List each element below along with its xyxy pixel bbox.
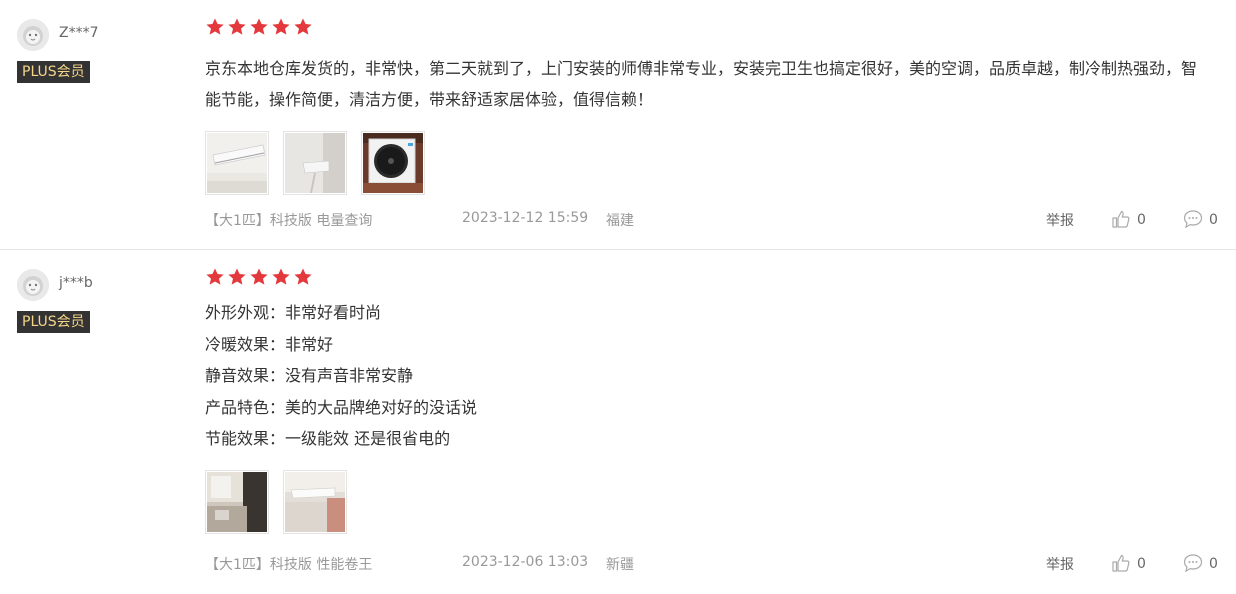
- review-photos: [205, 131, 1215, 195]
- lion-avatar-icon: [17, 269, 49, 301]
- star-icon: [272, 18, 290, 35]
- review-location: 福建: [606, 213, 634, 229]
- review-text-line: 冷暖效果：非常好: [205, 334, 334, 354]
- review-date: 2023-12-06 13:03: [462, 554, 589, 570]
- star-rating: [205, 267, 1215, 289]
- review-photo-thumbnail[interactable]: [205, 469, 269, 534]
- star-icon: [294, 18, 312, 35]
- review-photo-thumbnail[interactable]: [283, 131, 347, 195]
- star-icon: [250, 18, 268, 35]
- product-spec: 【大1匹】科技版 性能卷王: [205, 557, 373, 573]
- ac-indoor-unit-photo: [207, 133, 267, 193]
- review-photo-thumbnail[interactable]: [361, 131, 425, 195]
- thumbs-up-icon: [1112, 210, 1130, 228]
- report-link[interactable]: 举报: [1046, 554, 1074, 574]
- reply-button[interactable]: 0: [1183, 551, 1218, 574]
- avatar: [17, 269, 49, 301]
- reply-count: 0: [1209, 556, 1218, 572]
- like-button[interactable]: 0: [1111, 207, 1146, 230]
- room-interior-photo: [207, 471, 267, 532]
- plus-member-badge: PLUS会员: [17, 61, 90, 83]
- ac-outdoor-unit-photo: [363, 133, 423, 193]
- reply-button[interactable]: 0: [1183, 207, 1218, 230]
- product-spec: 【大1匹】科技版 电量查询: [205, 213, 373, 229]
- ac-wall-unit-photo: [285, 471, 345, 532]
- comment-bubble-icon: [1183, 209, 1203, 228]
- ac-wall-unit-photo: [285, 133, 345, 193]
- review-photos: [205, 469, 1215, 534]
- review-text-line: 外形外观：非常好看时尚: [205, 303, 382, 322]
- review-meta: 【大1匹】科技版 性能卷王 2023-12-06 13:03 新疆 举报 0 0: [205, 551, 1220, 574]
- star-icon: [206, 268, 224, 285]
- reply-count: 0: [1209, 212, 1218, 228]
- username: j***b: [59, 275, 93, 291]
- like-count: 0: [1137, 212, 1146, 228]
- username: Z***7: [59, 25, 99, 41]
- review-item: Z***7 PLUS会员 京东本地仓库发货的，非常快，第二天就到了，上门安装的师…: [0, 0, 1236, 250]
- review-text-line: 静音效果：没有声音非常安静: [205, 366, 414, 385]
- review-meta: 【大1匹】科技版 电量查询 2023-12-12 15:59 福建 举报 0 0: [205, 207, 1220, 230]
- like-count: 0: [1137, 556, 1146, 572]
- review-text-line: 产品特色：美的大品牌绝对好的没话说: [205, 397, 478, 417]
- review-photo-thumbnail[interactable]: [205, 131, 269, 195]
- star-icon: [228, 268, 246, 285]
- review-photo-thumbnail[interactable]: [283, 469, 347, 534]
- star-icon: [272, 268, 290, 285]
- lion-avatar-icon: [17, 19, 49, 51]
- review-text: 京东本地仓库发货的，非常快，第二天就到了，上门安装的师傅非常专业，安装完卫生也搞…: [205, 59, 1198, 109]
- report-link[interactable]: 举报: [1046, 210, 1074, 230]
- star-rating: [205, 17, 1215, 39]
- review-content: 京东本地仓库发货的，非常快，第二天就到了，上门安装的师傅非常专业，安装完卫生也搞…: [205, 17, 1215, 195]
- comment-bubble-icon: [1183, 553, 1203, 572]
- star-icon: [294, 268, 312, 285]
- thumbs-up-icon: [1112, 554, 1130, 572]
- star-icon: [228, 18, 246, 35]
- plus-member-badge: PLUS会员: [17, 311, 90, 333]
- review-content: 外形外观：非常好看时尚 冷暖效果：非常好 静音效果：没有声音非常安静 产品特色：…: [205, 267, 1215, 534]
- review-location: 新疆: [606, 557, 634, 573]
- review-text: 外形外观：非常好看时尚 冷暖效果：非常好 静音效果：没有声音非常安静 产品特色：…: [205, 297, 1210, 455]
- star-icon: [250, 268, 268, 285]
- review-text-line: 节能效果：一级能效 还是很省电的: [205, 429, 451, 448]
- review-date: 2023-12-12 15:59: [462, 210, 589, 226]
- avatar: [17, 19, 49, 51]
- review-item: j***b PLUS会员 外形外观：非常好看时尚 冷暖效果：非常好 静音效果：没…: [0, 250, 1236, 594]
- like-button[interactable]: 0: [1111, 551, 1146, 574]
- star-icon: [206, 18, 224, 35]
